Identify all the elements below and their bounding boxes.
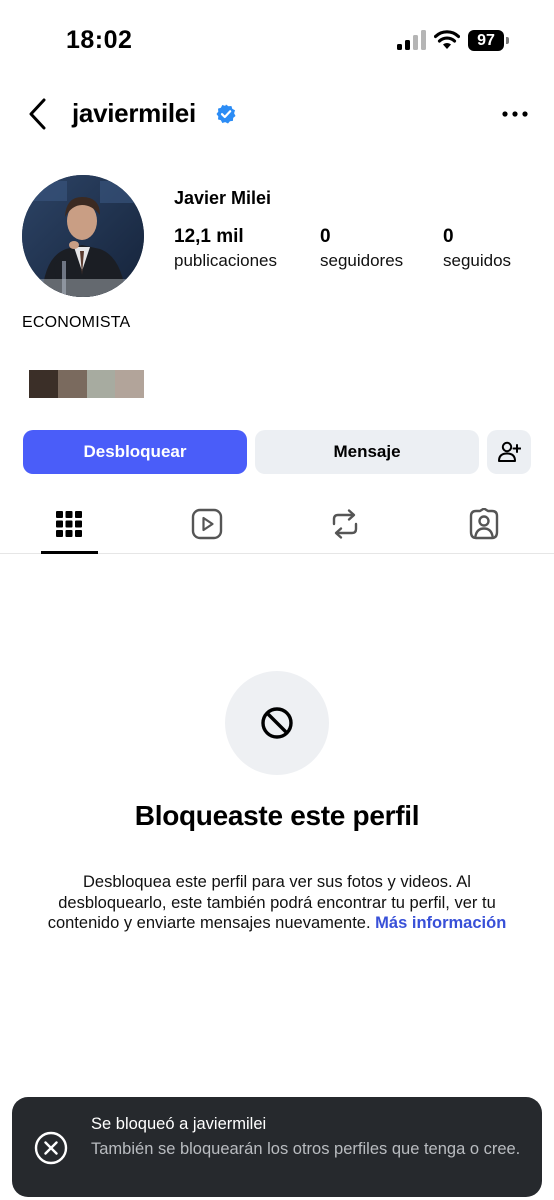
stat-label: seguidores [320,251,404,270]
battery-indicator: 97 [468,30,510,51]
suggest-people-button[interactable] [487,430,531,474]
status-bar: 18:02 97 [0,0,554,84]
stat-posts[interactable]: 12,1 mil publicaciones [174,226,277,271]
stat-following[interactable]: 0 seguidos [443,226,511,271]
unblock-button[interactable]: Desbloquear [23,430,247,474]
profile-tabs [0,494,554,554]
profile-display-name: Javier Milei [174,188,272,208]
tab-reels[interactable] [177,502,237,546]
block-icon [261,707,293,739]
toast-title: Se bloqueó a javiermilei [91,1115,267,1133]
active-tab-indicator [41,551,98,554]
stat-label: seguidos [443,251,512,270]
grid-icon [56,511,82,537]
ellipsis-icon[interactable] [500,104,530,124]
cellular-signal-icon [397,30,426,50]
toast-body: También se bloquearán los otros perfiles… [91,1140,521,1158]
blocked-title: Bloqueaste este perfil [134,800,420,831]
profile-header: javiermilei [0,84,554,144]
status-time: 18:02 [66,26,133,54]
avatar[interactable] [22,175,144,297]
stat-value: 0 [320,226,331,247]
stat-followers[interactable]: 0 seguidores [320,226,403,271]
profile-bio: ECONOMISTA [22,314,131,331]
add-person-icon [498,441,521,462]
more-info-link[interactable]: Más información [375,914,506,932]
profile-username: javiermilei [72,98,196,128]
stat-label: publicaciones [174,251,278,270]
tab-posts[interactable] [39,502,99,546]
blocked-description: Desbloquea este perfil para ver sus foto… [40,872,514,934]
chevron-left-icon[interactable] [22,96,54,132]
message-button[interactable]: Mensaje [255,430,479,474]
stat-value: 12,1 mil [174,226,244,247]
battery-level: 97 [468,30,504,51]
verified-badge-icon [216,104,236,124]
stat-value: 0 [443,226,454,247]
repost-icon [332,509,358,539]
tab-tagged[interactable] [454,502,514,546]
close-circle-icon[interactable] [34,1131,68,1165]
redacted-content [29,370,144,398]
tagged-icon [469,508,499,540]
tab-reposts[interactable] [315,502,375,546]
reels-icon [191,508,223,540]
blocked-toast: Se bloqueó a javiermilei También se bloq… [12,1097,542,1197]
blocked-icon-container [225,671,329,775]
wifi-icon [434,30,460,49]
